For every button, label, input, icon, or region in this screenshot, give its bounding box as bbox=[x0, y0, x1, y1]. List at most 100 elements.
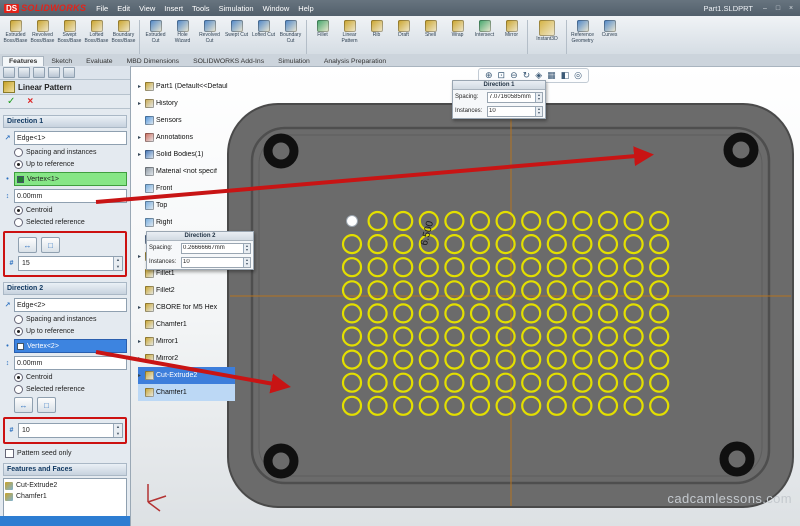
tree-item-top[interactable]: Top bbox=[138, 197, 235, 214]
tree-item-chamfer1[interactable]: Chamfer1 bbox=[138, 316, 235, 333]
expand-arrow-icon[interactable]: ▸ bbox=[138, 253, 143, 260]
tree-item-sensors[interactable]: Sensors bbox=[138, 112, 235, 129]
propertymanager-tab-icon[interactable] bbox=[18, 67, 30, 78]
tree-item-annotations[interactable]: ▸ Annotations bbox=[138, 129, 235, 146]
ribbon-instant3d[interactable]: Instant3D bbox=[530, 18, 564, 56]
instances-field[interactable]: 10 ▲ ▼ bbox=[181, 256, 251, 268]
ribbon-extruded-cut[interactable]: Extruded Cut bbox=[142, 18, 169, 56]
ribbon-lofted-cut[interactable]: Lofted Cut bbox=[250, 18, 277, 56]
menu-file[interactable]: File bbox=[96, 4, 108, 13]
ribbon-boundary-boss-base[interactable]: Boundary Boss/Base bbox=[110, 18, 137, 56]
d1-edge-field[interactable]: Edge<1> bbox=[14, 131, 127, 145]
ribbon-intersect[interactable]: Intersect bbox=[471, 18, 498, 56]
d2-edge-field[interactable]: Edge<2> bbox=[14, 298, 127, 312]
d1-instances-spinner[interactable]: 15 ▲ ▼ bbox=[18, 256, 123, 271]
ribbon-shell[interactable]: Shell bbox=[417, 18, 444, 56]
d2-offset-field[interactable]: 0.00mm bbox=[14, 356, 127, 370]
direction2-callout[interactable]: Direction 2 Spacing: 0.26666667mm ▲ ▼ Ins… bbox=[146, 231, 254, 270]
d2-instances-spinner[interactable]: 10 ▲ ▼ bbox=[18, 423, 123, 438]
d1-spacing-instances-radio[interactable]: Spacing and instances bbox=[3, 148, 127, 157]
tree-item-solid-bodies-1[interactable]: ▸ Solid Bodies(1) bbox=[138, 146, 235, 163]
d1-reverse-direction-button[interactable]: ↔ bbox=[18, 237, 37, 253]
ribbon-linear-pattern[interactable]: Linear Pattern bbox=[336, 18, 363, 56]
spacing-field[interactable]: 0.26666667mm ▲ ▼ bbox=[181, 242, 251, 254]
ribbon-revolved-boss-base[interactable]: Revolved Boss/Base bbox=[29, 18, 56, 56]
expand-arrow-icon[interactable]: ▸ bbox=[138, 100, 143, 107]
spinner-arrows[interactable]: ▲ ▼ bbox=[243, 257, 250, 267]
ribbon-fillet[interactable]: Fillet bbox=[309, 18, 336, 56]
menu-simulation[interactable]: Simulation bbox=[219, 4, 254, 13]
configurationmanager-tab-icon[interactable] bbox=[33, 67, 45, 78]
tab-features[interactable]: Features bbox=[2, 56, 45, 66]
cancel-button[interactable]: × bbox=[27, 96, 33, 107]
tree-item-history[interactable]: ▸ History bbox=[138, 95, 235, 112]
expand-arrow-icon[interactable]: ▸ bbox=[138, 83, 143, 90]
close-button[interactable]: × bbox=[786, 5, 796, 12]
tree-item-chamfer1[interactable]: Chamfer1 bbox=[138, 384, 235, 401]
spinner-arrows[interactable]: ▲ ▼ bbox=[243, 243, 250, 253]
tree-item-part1-default-defaul[interactable]: ▸ Part1 (Default<<Defaul bbox=[138, 78, 235, 95]
direction1-callout[interactable]: Direction 1 Spacing: 7.07160585mm ▲ ▼ Ins… bbox=[452, 80, 546, 119]
d2-spacing-instances-radio[interactable]: Spacing and instances bbox=[3, 315, 127, 324]
d2-selected-reference-radio[interactable]: Selected reference bbox=[3, 385, 127, 394]
pattern-seed-only-checkbox[interactable]: Pattern seed only bbox=[5, 449, 127, 458]
features-list-item-chamfer1[interactable]: Chamfer1 bbox=[5, 491, 125, 502]
menu-edit[interactable]: Edit bbox=[117, 4, 130, 13]
display-style-icon[interactable]: ◧ bbox=[561, 71, 570, 80]
d2-reference-field[interactable]: Vertex<2> bbox=[14, 339, 127, 353]
ribbon-mirror[interactable]: Mirror bbox=[498, 18, 525, 56]
direction1-section-header[interactable]: Direction 1 bbox=[3, 115, 127, 128]
ribbon-lofted-boss-base[interactable]: Lofted Boss/Base bbox=[83, 18, 110, 56]
d1-offset-field[interactable]: 0.00mm bbox=[14, 189, 127, 203]
d2-seed-option-button[interactable]: □ bbox=[37, 397, 56, 413]
ribbon-extruded-boss-base[interactable]: Extruded Boss/Base bbox=[2, 18, 29, 56]
d2-up-to-reference-radio[interactable]: Up to reference bbox=[3, 327, 127, 336]
tree-item-mirror2[interactable]: ▸ Mirror2 bbox=[138, 350, 235, 367]
dimxpertmanager-tab-icon[interactable] bbox=[48, 67, 60, 78]
spacing-field[interactable]: 7.07160585mm ▲ ▼ bbox=[487, 91, 543, 103]
expand-arrow-icon[interactable]: ▸ bbox=[138, 304, 143, 311]
ribbon-revolved-cut[interactable]: Revolved Cut bbox=[196, 18, 223, 56]
tab-analysis-preparation[interactable]: Analysis Preparation bbox=[317, 56, 393, 66]
tree-item-material-not-specif[interactable]: Material <not specif bbox=[138, 163, 235, 180]
tab-mbd-dimensions[interactable]: MBD Dimensions bbox=[120, 56, 187, 66]
callout-title[interactable]: Direction 1 bbox=[453, 81, 545, 90]
spinner-arrows[interactable]: ▲ ▼ bbox=[535, 106, 542, 116]
ribbon-boundary-cut[interactable]: Boundary Cut bbox=[277, 18, 304, 56]
tree-item-cbore-for-m5-hex[interactable]: ▸ CBORE for M5 Hex bbox=[138, 299, 235, 316]
instances-field[interactable]: 10 ▲ ▼ bbox=[487, 105, 543, 117]
ribbon-hole-wizard[interactable]: Hole Wizard bbox=[169, 18, 196, 56]
d1-selected-reference-radio[interactable]: Selected reference bbox=[3, 218, 127, 227]
expand-arrow-icon[interactable]: ▸ bbox=[138, 151, 143, 158]
ribbon-curves[interactable]: Curves bbox=[596, 18, 623, 56]
menu-insert[interactable]: Insert bbox=[164, 4, 183, 13]
pattern-seed-point[interactable] bbox=[346, 215, 358, 227]
d1-seed-option-button[interactable]: □ bbox=[41, 237, 60, 253]
ribbon-wrap[interactable]: Wrap bbox=[444, 18, 471, 56]
view-orientation-icon[interactable]: ▦ bbox=[547, 71, 556, 80]
pan-icon[interactable]: ◈ bbox=[535, 71, 542, 80]
ribbon-swept-boss-base[interactable]: Swept Boss/Base bbox=[56, 18, 83, 56]
callout-title[interactable]: Direction 2 bbox=[147, 232, 253, 241]
rotate-view-icon[interactable]: ↻ bbox=[523, 71, 531, 80]
ribbon-reference-geometry[interactable]: Reference Geometry bbox=[569, 18, 596, 56]
d1-centroid-radio[interactable]: Centroid bbox=[3, 206, 127, 215]
tree-item-cut-extrude2[interactable]: ▸ Cut-Extrude2 bbox=[138, 367, 235, 384]
d2-reverse-direction-button[interactable]: ↔ bbox=[14, 397, 33, 413]
menu-view[interactable]: View bbox=[139, 4, 155, 13]
ok-button[interactable]: ✓ bbox=[7, 96, 15, 107]
d1-up-to-reference-radio[interactable]: Up to reference bbox=[3, 160, 127, 169]
menu-tools[interactable]: Tools bbox=[192, 4, 210, 13]
spinner-arrows[interactable]: ▲ ▼ bbox=[113, 257, 122, 270]
menu-help[interactable]: Help bbox=[298, 4, 313, 13]
spinner-arrows[interactable]: ▲ ▼ bbox=[113, 424, 122, 437]
tree-item-front[interactable]: Front bbox=[138, 180, 235, 197]
tab-solidworks-add-ins[interactable]: SOLIDWORKS Add-Ins bbox=[186, 56, 271, 66]
tab-evaluate[interactable]: Evaluate bbox=[79, 56, 119, 66]
expand-arrow-icon[interactable]: ▸ bbox=[138, 355, 143, 362]
zoom-in-out-icon[interactable]: ⊖ bbox=[510, 71, 518, 80]
tab-sketch[interactable]: Sketch bbox=[44, 56, 79, 66]
tree-item-right[interactable]: Right bbox=[138, 214, 235, 231]
ribbon-swept-cut[interactable]: Swept Cut bbox=[223, 18, 250, 56]
spinner-arrows[interactable]: ▲ ▼ bbox=[535, 92, 542, 102]
